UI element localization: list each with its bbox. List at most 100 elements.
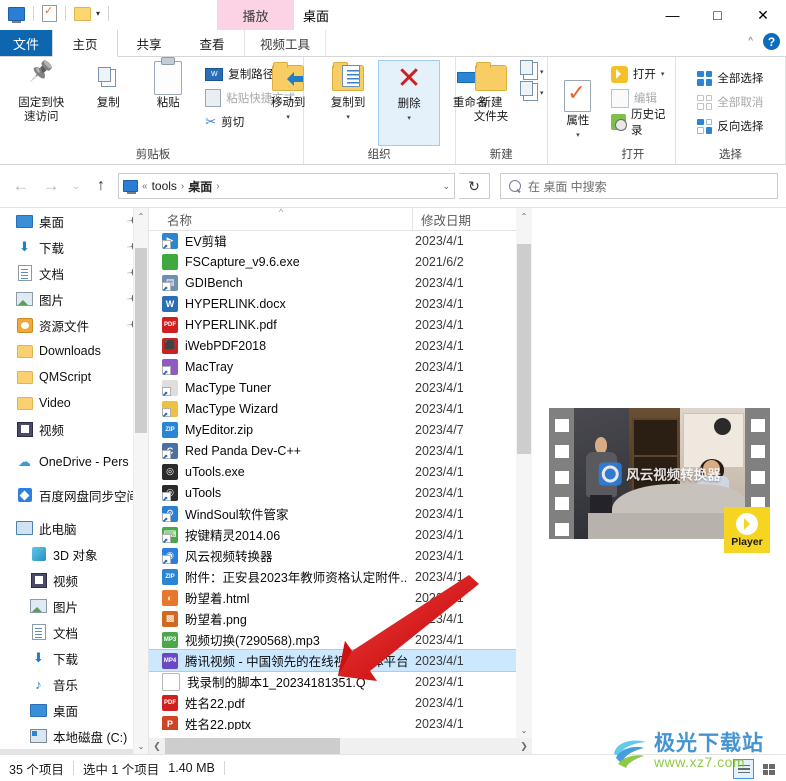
table-row[interactable]: ZIP MyEditor.zip 2023/4/7 [149,419,532,440]
sidebar-item-12[interactable]: 3D 对象 [0,541,148,567]
sidebar-item-7[interactable]: Video [0,390,148,416]
table-row[interactable]: ⬛ iWebPDF2018 2023/4/1 [149,335,532,356]
table-row[interactable]: ◎ uTools.exe 2023/4/1 [149,461,532,482]
scroll-down-icon[interactable]: ⌄ [516,722,532,738]
table-row[interactable]: ◐ 盼望着.html 2023/4/1 [149,587,532,608]
table-row[interactable]: P 姓名22.pptx 2023/4/1 [149,713,532,730]
breadcrumb-dropdown-icon[interactable]: ⌄ [442,181,450,192]
move-to-button[interactable]: 移动到 ▾ [258,60,318,125]
desktop-icon[interactable] [8,6,25,23]
open-button[interactable]: 打开 ▾ [608,62,675,86]
breadcrumb-overflow[interactable]: « [142,181,148,192]
table-row[interactable]: 我录制的脚本1_20234181351.Q 2023/4/1 [149,671,532,692]
tab-home[interactable]: 主页 [52,30,118,57]
pin-to-quick-access-button[interactable]: 固定到快 速访问 [4,60,78,124]
sidebar-item-16[interactable]: ⬇ 下载 [0,645,148,671]
nav-scrollbar[interactable]: ⌃ ⌄ [133,208,148,754]
easy-access-button[interactable]: ▾ [519,81,544,101]
breadcrumb-item-tools[interactable]: tools [152,179,177,193]
search-input[interactable]: 在 桌面 中搜索 [500,173,778,199]
table-row[interactable]: FSCapture_v9.6.exe 2021/6/2 [149,251,532,272]
sidebar-item-5[interactable]: Downloads [0,338,148,364]
select-all-button[interactable]: 全部选择 [694,66,766,90]
scroll-left-icon[interactable]: ❮ [149,741,165,752]
delete-button[interactable]: ✕ 删除 ▾ [378,60,441,146]
new-folder-button[interactable]: 新建 文件夹 [459,60,523,124]
tab-file[interactable]: 文件 [0,30,52,56]
table-row[interactable]: C Red Panda Dev-C++ 2023/4/1 [149,440,532,461]
sidebar-item-13[interactable]: 视频 [0,567,148,593]
scroll-thumb[interactable] [165,738,340,754]
sidebar-item-11[interactable]: 此电脑 [0,515,148,541]
table-row[interactable]: ▩ 盼望着.png 2023/4/1 [149,608,532,629]
invert-selection-button[interactable]: 反向选择 [694,114,766,138]
table-row[interactable]: ⌨ 按键精灵2014.06 2023/4/1 [149,524,532,545]
tab-share[interactable]: 共享 [118,30,180,56]
properties-button[interactable]: 属性 ▾ [548,60,608,143]
minimize-button[interactable]: — [650,0,695,30]
table-row[interactable]: ZIP 附件：正安县2023年教师资格认定附件... 2023/4/1 [149,566,532,587]
chevron-down-icon[interactable]: ▾ [286,111,290,125]
breadcrumb[interactable]: « tools › 桌面 › ⌄ [118,173,455,199]
sidebar-item-4[interactable]: 资源文件📌 [0,312,148,338]
new-item-button[interactable]: ▾ [519,60,544,80]
chevron-down-icon[interactable]: ▾ [540,68,544,76]
sidebar-item-3[interactable]: 图片📌 [0,286,148,312]
table-row[interactable]: PDF HYPERLINK.pdf 2023/4/1 [149,314,532,335]
table-row[interactable]: W HYPERLINK.docx 2023/4/1 [149,293,532,314]
sidebar-item-15[interactable]: 文档 [0,619,148,645]
sidebar-item-2[interactable]: 文档📌 [0,260,148,286]
video-preview-thumbnail[interactable]: 风云视频转换器 Player [549,408,770,553]
scroll-down-icon[interactable]: ⌄ [134,738,148,754]
copy-to-button[interactable]: 复制到 ▾ [318,60,378,125]
collapse-ribbon-icon[interactable]: ^ [748,36,753,47]
table-row[interactable]: MacTray 2023/4/1 [149,356,532,377]
sidebar-item-8[interactable]: 视频 [0,416,148,442]
table-row[interactable]: ◎ uTools 2023/4/1 [149,482,532,503]
recent-locations-button[interactable]: ⌄ [68,173,84,199]
refresh-button[interactable]: ↻ [459,173,490,199]
column-header-date[interactable]: 修改日期 [412,208,471,230]
paste-button[interactable]: 粘贴 [138,57,198,110]
file-list-hscrollbar[interactable]: ❮ ❯ [149,738,532,754]
sidebar-item-19[interactable]: 本地磁盘 (C:) [0,723,148,749]
sidebar-item-0[interactable]: 桌面📌 [0,208,148,234]
history-button[interactable]: 历史记录 [608,109,675,137]
chevron-down-icon[interactable]: ▾ [661,70,665,78]
help-icon[interactable]: ? [763,33,780,50]
properties-icon[interactable] [42,4,57,22]
sidebar-item-1[interactable]: ⬇下载📌 [0,234,148,260]
contextual-tab-play[interactable]: 播放 [217,0,294,30]
sidebar-item-14[interactable]: 图片 [0,593,148,619]
new-folder-icon[interactable] [74,6,91,21]
scroll-thumb[interactable] [517,244,531,454]
chevron-down-icon[interactable]: ▾ [540,89,544,97]
close-button[interactable]: ✕ [740,0,786,30]
sidebar-item-6[interactable]: QMScript [0,364,148,390]
sidebar-item-17[interactable]: ♪ 音乐 [0,671,148,697]
chevron-down-icon[interactable]: ▾ [576,129,580,143]
table-row[interactable]: MP4 腾讯视频 - 中国领先的在线视频媒体平台... 2023/4/1 [149,649,532,672]
player-badge[interactable]: Player [724,507,770,553]
scroll-up-icon[interactable]: ⌃ [134,208,148,224]
chevron-down-icon[interactable]: ▾ [96,9,100,18]
copy-button[interactable]: 复制 [78,60,138,110]
table-row[interactable]: MacType Wizard 2023/4/1 [149,398,532,419]
maximize-button[interactable]: □ [695,0,740,30]
chevron-down-icon[interactable]: ▾ [346,111,350,125]
table-row[interactable]: ▤ GDIBench 2023/4/1 [149,272,532,293]
table-row[interactable]: MP3 视频切换(7290568).mp3 2023/4/1 [149,629,532,650]
chevron-down-icon[interactable]: ▾ [407,112,411,126]
scroll-track[interactable] [165,738,516,754]
table-row[interactable]: ◉ 风云视频转换器 2023/4/1 [149,545,532,566]
scroll-right-icon[interactable]: ❯ [516,741,532,752]
file-list-vscrollbar[interactable]: ⌃ ⌄ [516,208,532,738]
tab-video-tools[interactable]: 视频工具 [244,30,326,56]
table-row[interactable]: ⚙ WindSoul软件管家 2023/4/1 [149,503,532,524]
table-row[interactable]: MacType Tuner 2023/4/1 [149,377,532,398]
up-button[interactable]: ↑ [88,173,114,199]
breadcrumb-item-desktop[interactable]: 桌面 [188,178,212,195]
table-row[interactable]: ▶ EV剪辑 2023/4/1 [149,230,532,251]
tab-view[interactable]: 查看 [182,30,242,56]
scroll-thumb[interactable] [135,248,147,433]
